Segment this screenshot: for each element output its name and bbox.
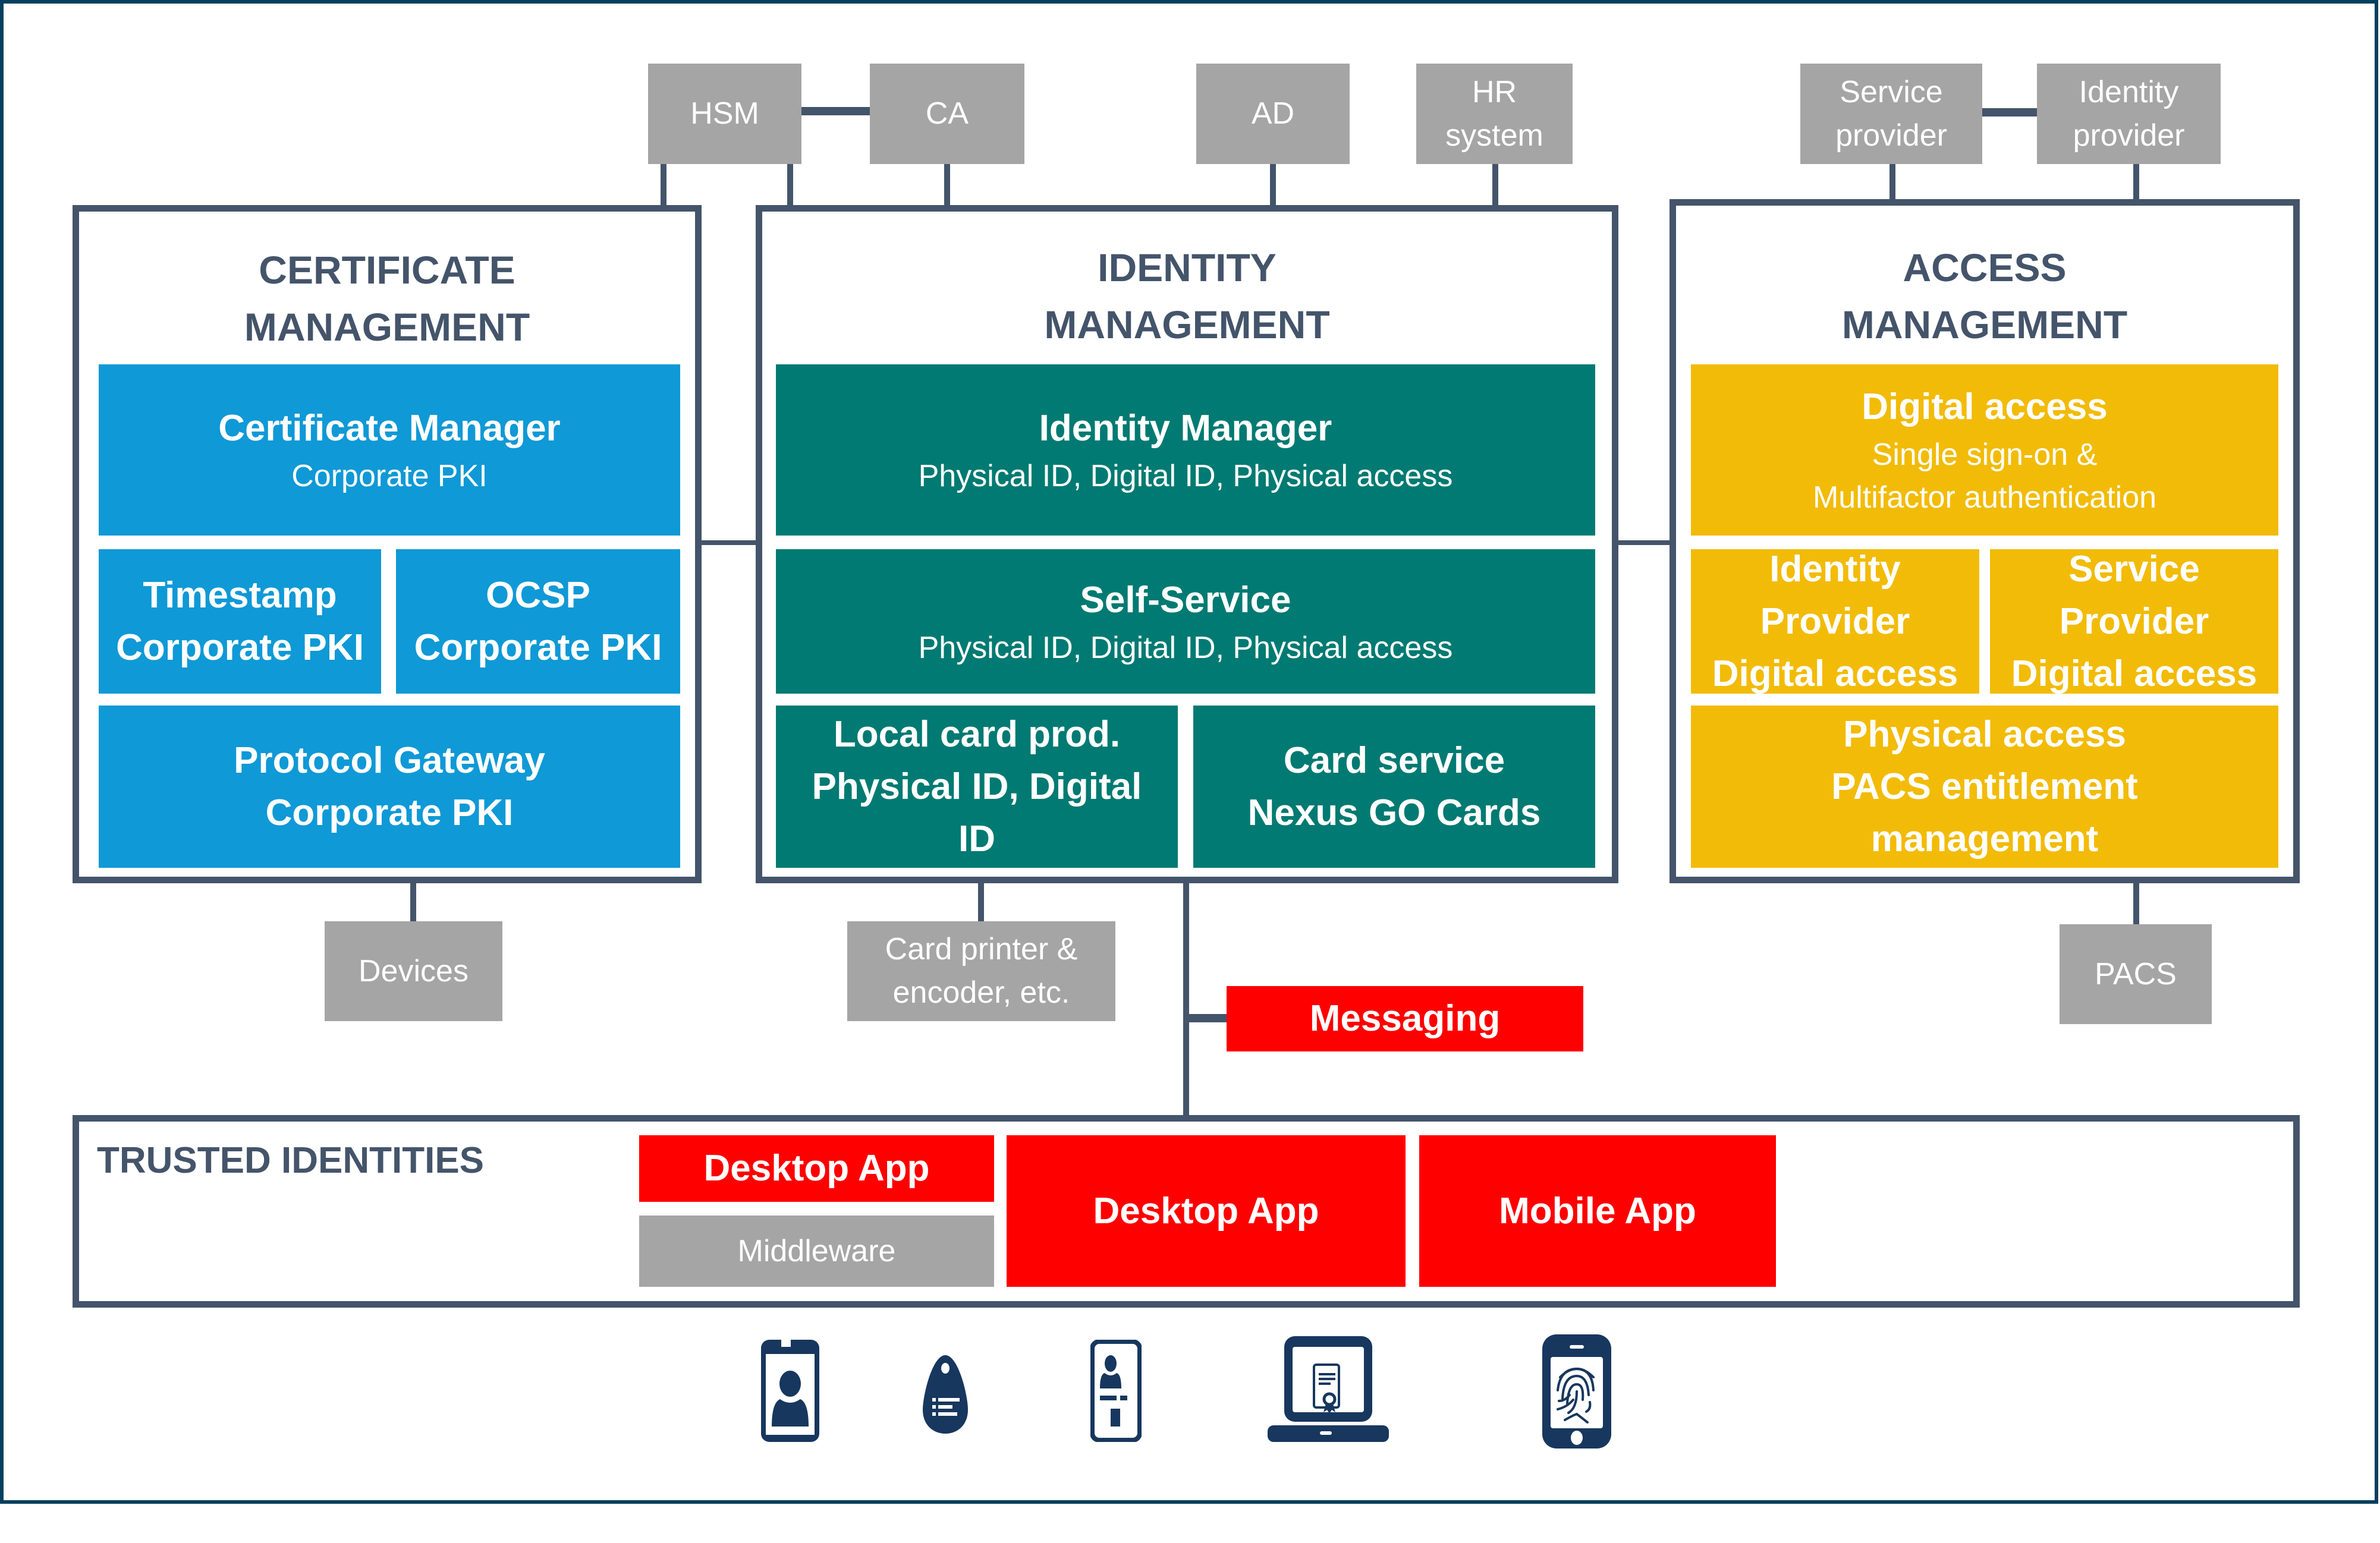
block-title: Service Provider Digital access [2011,549,2258,694]
block-title: Desktop App [1093,1190,1319,1232]
block-title: Messaging [1309,998,1501,1039]
pacs-box: PACS [2060,924,2212,1024]
connector-sp-idp [1982,108,2037,116]
block-title: Local card prod. Physical ID, Digital ID [812,713,1142,859]
connector-cert-devices [410,883,416,921]
block-title: Identity Manager [1039,408,1332,449]
block-subtitle: Physical ID, Digital ID, Physical access [918,630,1453,665]
block-title: Physical access PACS entitlement managem… [1831,713,2138,859]
connector-messaging [1189,1014,1227,1022]
connector-access-pacs [2133,883,2139,924]
hsm-box: HSM [648,64,801,164]
protocol-gateway-block[interactable]: Protocol Gateway Corporate PKI [99,706,680,868]
connector-sp-access [1889,164,1895,200]
block-title: Desktop App [703,1148,930,1189]
connector-identity-access [1618,540,1670,545]
block-title: Self-Service [1080,579,1291,621]
identity-provider-block[interactable]: Identity Provider Digital access [1691,549,1979,694]
devices-box: Devices [325,921,502,1021]
connector-hsm-ca [801,107,870,115]
middleware-box: Middleware [639,1215,994,1287]
block-title: Timestamp Corporate PKI [116,574,364,668]
connector-ad-identity [1270,164,1276,205]
ocsp-block[interactable]: OCSP Corporate PKI [396,549,680,694]
block-title: Certificate Manager [218,408,561,449]
connector-hsm-cert [661,164,666,205]
hr-system-box: HR system [1416,64,1573,164]
connector-hr-identity [1492,164,1498,205]
key-fob-tag-icon [923,1355,968,1434]
id-badge-icon [1090,1340,1142,1442]
ad-box: AD [1196,64,1350,164]
block-title: Digital access [1862,386,2108,427]
service-provider-block[interactable]: Service Provider Digital access [1990,549,2278,694]
timestamp-block[interactable]: Timestamp Corporate PKI [99,549,381,694]
smartphone-fingerprint-icon [1542,1334,1611,1448]
block-title: OCSP Corporate PKI [414,574,662,668]
identity-manager-block[interactable]: Identity Manager Physical ID, Digital ID… [776,364,1595,536]
laptop-certificate-icon [1268,1336,1389,1442]
local-card-production-block[interactable]: Local card prod. Physical ID, Digital ID [776,706,1178,868]
self-service-block[interactable]: Self-Service Physical ID, Digital ID, Ph… [776,549,1595,694]
ca-box: CA [870,64,1024,164]
block-title: Card service Nexus GO Cards [1247,739,1541,833]
desktop-app-block[interactable]: Desktop App [1007,1135,1406,1287]
card-service-block[interactable]: Card service Nexus GO Cards [1193,706,1595,868]
connector-idp-access [2133,164,2139,200]
physical-access-block[interactable]: Physical access PACS entitlement managem… [1691,706,2278,868]
identity-management-title: IDENTITY MANAGEMENT [1044,245,1330,347]
card-printer-box: Card printer & encoder, etc. [847,921,1115,1021]
connector-identity-printer [978,883,984,921]
certificate-manager-block[interactable]: Certificate Manager Corporate PKI [99,364,680,536]
mobile-id-icon [761,1340,819,1442]
mobile-app-block[interactable]: Mobile App [1419,1135,1776,1287]
connector-ca-identity [944,164,950,205]
connector-identity-trusted [1183,883,1189,1115]
digital-access-block[interactable]: Digital access Single sign-on & Multifac… [1691,364,2278,536]
messaging-block[interactable]: Messaging [1227,986,1583,1051]
block-title: Protocol Gateway Corporate PKI [234,739,545,833]
block-subtitle: Corporate PKI [291,459,488,493]
block-subtitle: Physical ID, Digital ID, Physical access [918,459,1453,493]
service-provider-box: Service provider [1800,64,1982,164]
block-title: Mobile App [1499,1190,1696,1232]
trusted-identities-title: TRUSTED IDENTITIES [97,1140,485,1181]
connector-cert-identity [702,540,756,545]
connector-hsm-identity [787,164,793,205]
certificate-management-title: CERTIFICATE MANAGEMENT [244,248,530,349]
identity-provider-box: Identity provider [2037,64,2221,164]
access-management-title: ACCESS MANAGEMENT [1841,245,2128,347]
block-subtitle: Single sign-on & Multifactor authenticat… [1812,437,2157,515]
desktop-app-small-block[interactable]: Desktop App [639,1135,994,1202]
block-title: Identity Provider Digital access [1712,549,1958,694]
